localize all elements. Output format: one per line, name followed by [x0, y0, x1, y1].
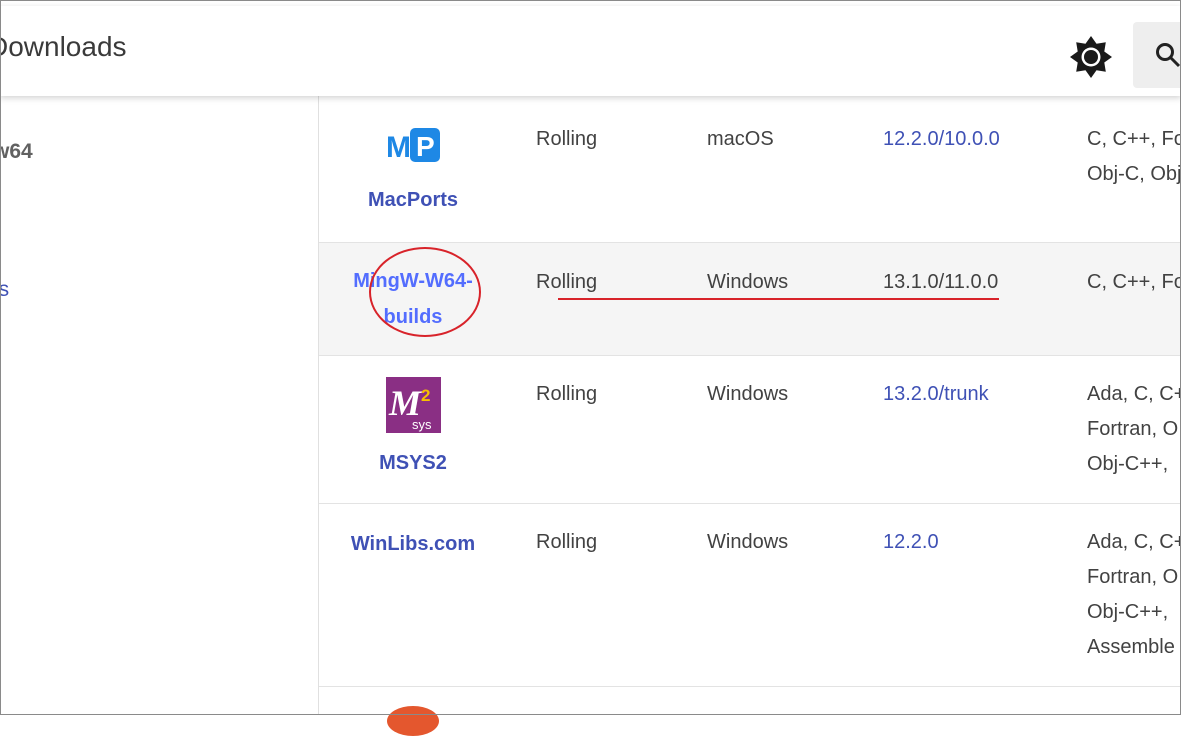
- language-line: C, C++, Fo: [1087, 128, 1181, 150]
- languages-cell: Ada, C, C+ Fortran, O Obj-C++, Assemble: [1087, 525, 1181, 665]
- distribution-link-mingw-w64-builds[interactable]: MingW-W64- builds: [319, 263, 507, 335]
- name-line-1: MingW-W64-: [353, 270, 473, 292]
- distribution-link-macports[interactable]: MacPorts: [319, 182, 507, 218]
- version-link[interactable]: 12.2.0: [883, 525, 939, 560]
- release-cell: Rolling: [536, 531, 598, 553]
- page-title: Downloads: [0, 31, 127, 62]
- top-app-bar: Downloads: [0, 6, 1181, 96]
- os-cell: Windows: [707, 531, 789, 553]
- svg-text:P: P: [416, 131, 435, 162]
- version-text: 13.1.0/11.0.0: [883, 271, 999, 293]
- version-link[interactable]: 13.2.0/trunk: [883, 377, 989, 412]
- release-cell: Rolling: [536, 128, 598, 150]
- language-line: Obj-C, Obj: [1087, 163, 1181, 185]
- table-row-winlibs: WinLibs.com Rolling Windows 12.2.0 Ada, …: [319, 504, 1181, 687]
- version-link[interactable]: 12.2.0/10.0.0: [883, 122, 1000, 157]
- name-cell: M 2 sys MSYS2: [319, 377, 507, 481]
- svg-text:M: M: [386, 131, 411, 164]
- name-cell: MingW-W64- builds: [319, 263, 507, 335]
- svg-text:2: 2: [421, 386, 430, 405]
- languages-cell: Ada, C, C+ Fortran, O Obj-C++,: [1087, 377, 1181, 482]
- language-line: Obj-C++,: [1087, 601, 1169, 623]
- brightness-icon: [1070, 36, 1112, 78]
- next-row-logo: [387, 706, 439, 736]
- os-cell: macOS: [707, 128, 774, 150]
- msys2-logo[interactable]: M 2 sys: [385, 377, 441, 433]
- release-cell: Rolling: [536, 383, 598, 405]
- table-row-msys2: M 2 sys MSYS2 Rolling Windows 13.2.0/tru…: [319, 356, 1181, 504]
- sidebar-link[interactable]: ls: [0, 278, 9, 302]
- svg-text:sys: sys: [412, 417, 432, 432]
- language-line: Obj-C++,: [1087, 453, 1169, 475]
- language-line: Ada, C, C+: [1087, 383, 1181, 405]
- language-line: C, C++, Fo: [1087, 271, 1181, 293]
- release-cell: Rolling: [536, 271, 598, 293]
- sidebar: w64 ls: [0, 96, 319, 715]
- name-line-2: builds: [383, 306, 443, 328]
- table-row-mingw-w64-builds: MingW-W64- builds Rolling Windows 13.1.0…: [319, 243, 1181, 356]
- name-cell: WinLibs.com: [319, 526, 507, 562]
- languages-cell: C, C++, Fo: [1087, 265, 1181, 300]
- name-cell: M P MacPorts: [319, 124, 507, 218]
- theme-toggle-button[interactable]: [1068, 34, 1114, 80]
- language-line: Assemble: [1087, 636, 1175, 658]
- language-line: Fortran, O: [1087, 566, 1179, 588]
- os-cell: Windows: [707, 383, 789, 405]
- search-icon: [1156, 43, 1181, 68]
- language-line: Fortran, O: [1087, 418, 1179, 440]
- sidebar-heading: w64: [0, 140, 33, 163]
- languages-cell: C, C++, Fo Obj-C, Obj: [1087, 122, 1181, 192]
- language-line: Ada, C, C+: [1087, 531, 1181, 553]
- distribution-link-winlibs[interactable]: WinLibs.com: [319, 526, 507, 562]
- table-row-macports: M P MacPorts Rolling macOS 12.2.0/10.0.0…: [319, 96, 1181, 243]
- macports-logo[interactable]: M P: [386, 124, 440, 164]
- search-button[interactable]: [1133, 22, 1181, 88]
- distribution-link-msys2[interactable]: MSYS2: [319, 445, 507, 481]
- os-cell: Windows: [707, 271, 789, 293]
